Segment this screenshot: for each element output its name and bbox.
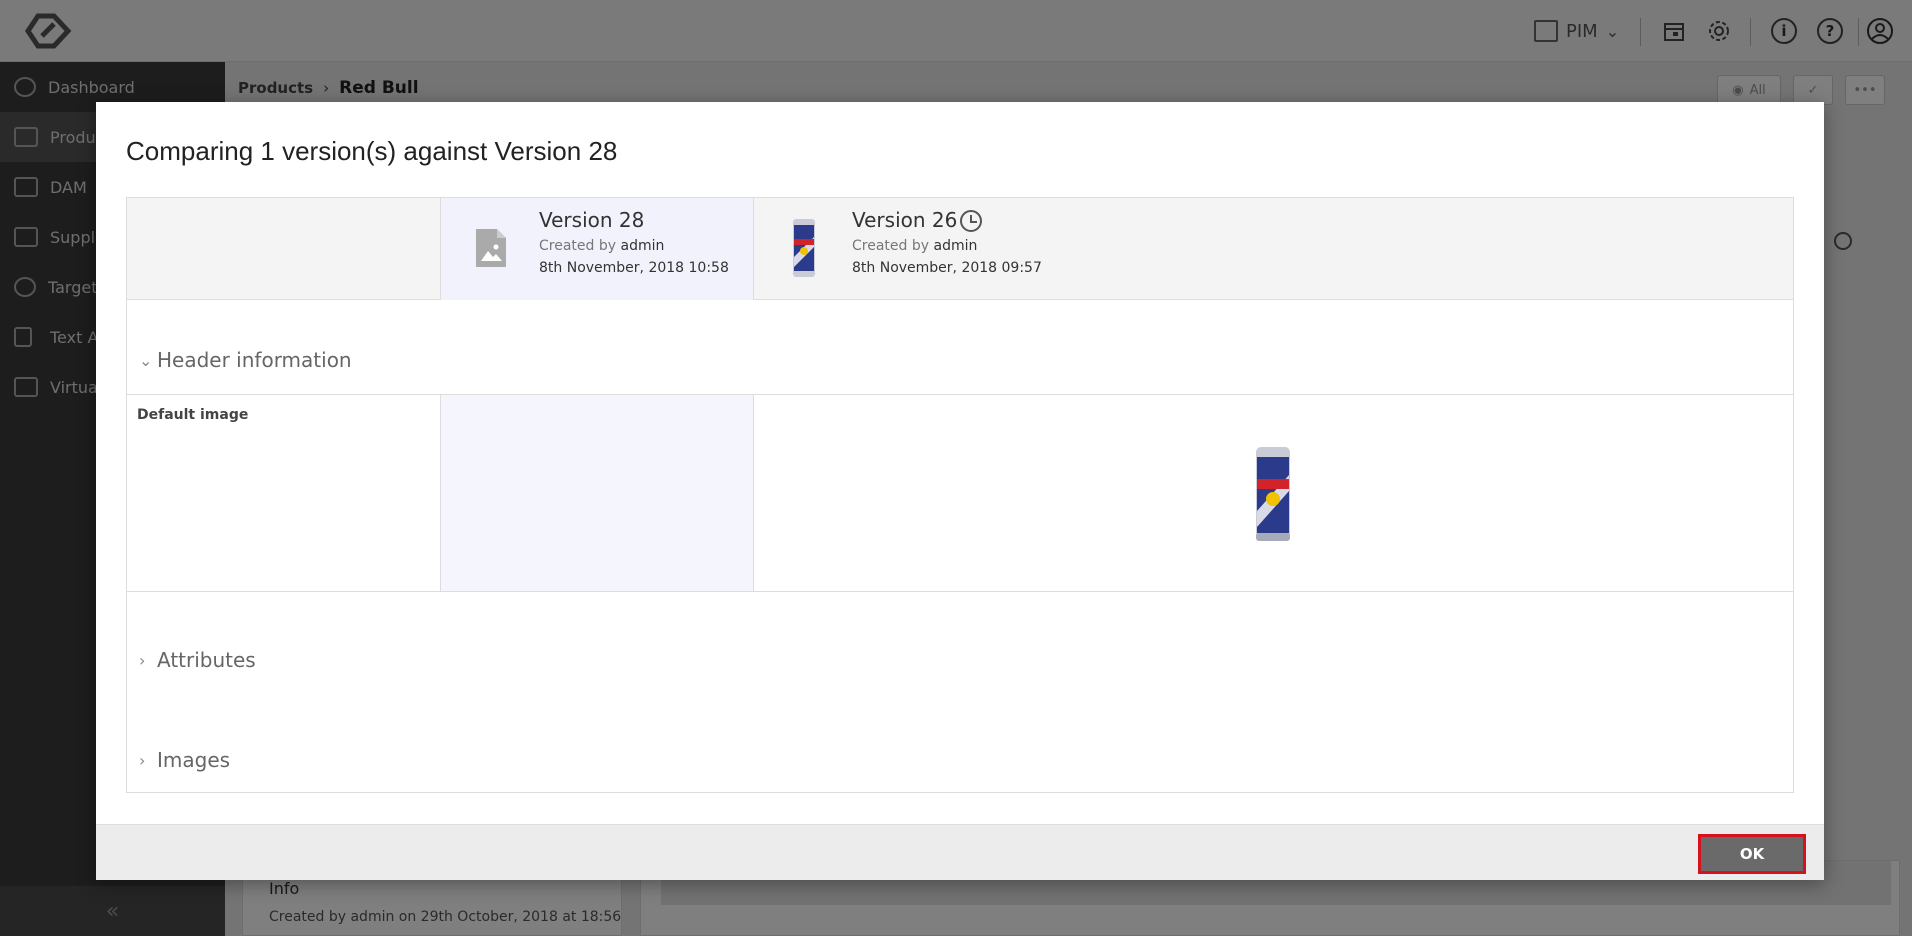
current-value-cell	[441, 395, 754, 591]
section-label: Images	[157, 748, 231, 772]
product-image	[1256, 447, 1290, 541]
section-header-information[interactable]: ⌄ Header information	[139, 348, 352, 372]
image-placeholder-icon	[459, 216, 523, 280]
product-thumbnail	[772, 216, 836, 280]
row-label: Default image	[137, 407, 249, 423]
header-label-cell	[127, 198, 441, 300]
ok-button[interactable]: OK	[1698, 834, 1806, 874]
compare-versions-dialog: Comparing 1 version(s) against Version 2…	[96, 102, 1824, 880]
chevron-down-icon: ⌄	[139, 350, 153, 370]
version-header-row: Version 28 Created by admin 8th November…	[127, 198, 1793, 300]
version-name: Version 28	[539, 208, 645, 232]
version-date: 8th November, 2018 09:57	[852, 260, 1042, 276]
version-column-current: Version 28 Created by admin 8th November…	[441, 198, 754, 300]
default-image-row: Default image	[127, 394, 1793, 592]
dialog-title: Comparing 1 version(s) against Version 2…	[126, 136, 618, 166]
author-name: admin	[933, 238, 978, 254]
version-date: 8th November, 2018 10:58	[539, 260, 729, 276]
version-column-compared: Version 26 Created by admin 8th November…	[754, 198, 1793, 300]
version-author: Created by admin	[852, 238, 978, 254]
section-label: Header information	[157, 348, 352, 372]
version-name: Version 26	[852, 208, 958, 232]
chevron-right-icon: ›	[139, 650, 146, 670]
restore-version-icon[interactable]	[960, 210, 982, 232]
section-images[interactable]: › Images	[139, 748, 230, 772]
version-author: Created by admin	[539, 238, 665, 254]
comparison-table: Version 28 Created by admin 8th November…	[126, 197, 1794, 793]
row-label-cell: Default image	[127, 395, 441, 591]
section-label: Attributes	[157, 648, 256, 672]
dialog-footer: OK	[96, 824, 1824, 880]
section-attributes[interactable]: › Attributes	[139, 648, 256, 672]
compared-value-cell	[754, 395, 1793, 591]
chevron-right-icon: ›	[139, 750, 146, 770]
author-name: admin	[620, 238, 665, 254]
